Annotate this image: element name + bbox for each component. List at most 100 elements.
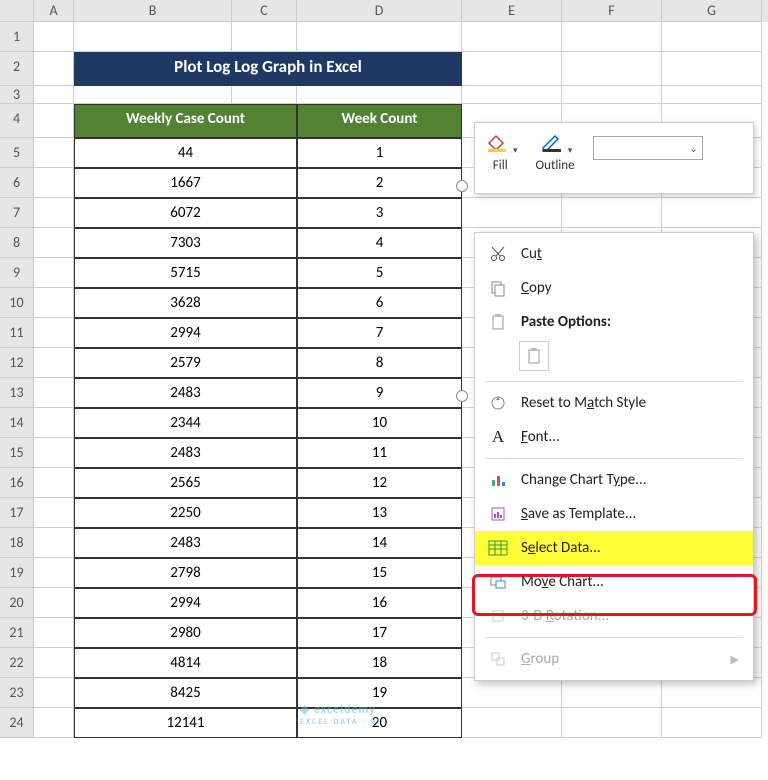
row-header[interactable]: 24 <box>0 708 34 738</box>
data-cell[interactable]: 16 <box>297 588 462 618</box>
row-header[interactable]: 20 <box>0 588 34 618</box>
data-cell[interactable]: 2994 <box>74 588 297 618</box>
data-cell[interactable]: 5 <box>297 258 462 288</box>
menu-copy[interactable]: Copy <box>475 271 753 305</box>
header-weekly[interactable]: Weekly Case Count <box>74 104 297 138</box>
data-cell[interactable]: 2483 <box>74 528 297 558</box>
row-header[interactable]: 5 <box>0 138 34 168</box>
chart-handle[interactable] <box>456 390 468 402</box>
data-cell[interactable]: 17 <box>297 618 462 648</box>
row-header[interactable]: 7 <box>0 198 34 228</box>
menu-separator <box>485 458 743 459</box>
data-cell[interactable]: 2980 <box>74 618 297 648</box>
paint-bucket-icon <box>483 128 511 156</box>
data-cell[interactable]: 2798 <box>74 558 297 588</box>
data-cell[interactable]: 2579 <box>74 348 297 378</box>
col-F[interactable]: F <box>562 0 662 22</box>
data-cell[interactable]: 1 <box>297 138 462 168</box>
data-cell[interactable]: 8 <box>297 348 462 378</box>
data-cell[interactable]: 10 <box>297 408 462 438</box>
row-header[interactable]: 6 <box>0 168 34 198</box>
data-cell[interactable]: 8425 <box>74 678 297 708</box>
row-header[interactable]: 17 <box>0 498 34 528</box>
data-cell[interactable]: 4 <box>297 228 462 258</box>
data-cell[interactable]: 19 <box>297 678 462 708</box>
context-menu: Cut Copy Paste Options: Reset to Match S… <box>474 232 754 681</box>
menu-select-data[interactable]: Select Data... <box>475 531 753 565</box>
row-header[interactable]: 3 <box>0 86 34 104</box>
data-cell[interactable]: 5715 <box>74 258 297 288</box>
col-C[interactable]: C <box>232 0 297 22</box>
data-cell[interactable]: 6072 <box>74 198 297 228</box>
col-A[interactable]: A <box>34 0 74 22</box>
chart-handle[interactable] <box>456 180 468 192</box>
row-header[interactable]: 18 <box>0 528 34 558</box>
row-header[interactable]: 23 <box>0 678 34 708</box>
row-header[interactable]: 2 <box>0 52 34 86</box>
row-header[interactable]: 16 <box>0 468 34 498</box>
data-cell[interactable]: 2483 <box>74 438 297 468</box>
col-B[interactable]: B <box>74 0 232 22</box>
data-cell[interactable]: 2565 <box>74 468 297 498</box>
pen-icon <box>538 128 566 156</box>
outline-label: Outline <box>536 158 575 173</box>
row-header[interactable]: 19 <box>0 558 34 588</box>
data-cell[interactable]: 2483 <box>74 378 297 408</box>
row-header[interactable]: 8 <box>0 228 34 258</box>
data-cell[interactable]: 9 <box>297 378 462 408</box>
col-D[interactable]: D <box>297 0 462 22</box>
row-header[interactable]: 21 <box>0 618 34 648</box>
menu-move-chart[interactable]: Move Chart... <box>475 565 753 599</box>
clipboard-icon <box>487 311 509 333</box>
chart-icon <box>487 469 509 491</box>
data-cell[interactable]: 11 <box>297 438 462 468</box>
row-header[interactable]: 12 <box>0 348 34 378</box>
row-header[interactable]: 22 <box>0 648 34 678</box>
data-cell[interactable]: 20 <box>297 708 462 738</box>
data-cell[interactable]: 18 <box>297 648 462 678</box>
data-cell[interactable]: 7 <box>297 318 462 348</box>
data-cell[interactable]: 2994 <box>74 318 297 348</box>
data-cell[interactable]: 12141 <box>74 708 297 738</box>
menu-cut[interactable]: Cut <box>475 237 753 271</box>
data-cell[interactable]: 2 <box>297 168 462 198</box>
data-cell[interactable]: 3628 <box>74 288 297 318</box>
data-cell[interactable]: 15 <box>297 558 462 588</box>
col-E[interactable]: E <box>462 0 562 22</box>
row-header[interactable]: 10 <box>0 288 34 318</box>
menu-separator <box>485 381 743 382</box>
style-combo[interactable]: ⌄ <box>593 136 703 160</box>
header-week[interactable]: Week Count <box>297 104 462 138</box>
data-cell[interactable]: 2250 <box>74 498 297 528</box>
data-cell[interactable]: 7303 <box>74 228 297 258</box>
data-cell[interactable]: 3 <box>297 198 462 228</box>
row-header[interactable]: 1 <box>0 22 34 52</box>
menu-paste-options: Paste Options: <box>475 305 753 339</box>
menu-save-template[interactable]: Save as Template... <box>475 497 753 531</box>
data-cell[interactable]: 13 <box>297 498 462 528</box>
data-cell[interactable]: 1667 <box>74 168 297 198</box>
fill-button[interactable]: ▾ Fill <box>483 128 518 173</box>
menu-change-chart-type[interactable]: Change Chart Type... <box>475 463 753 497</box>
row-header[interactable]: 11 <box>0 318 34 348</box>
col-G[interactable]: G <box>662 0 762 22</box>
row-header[interactable]: 13 <box>0 378 34 408</box>
data-cell[interactable]: 4814 <box>74 648 297 678</box>
data-cell[interactable]: 6 <box>297 288 462 318</box>
outline-button[interactable]: ▾ Outline <box>536 128 575 173</box>
reset-icon <box>487 392 509 414</box>
row-header[interactable]: 4 <box>0 104 34 138</box>
row-header[interactable]: 15 <box>0 438 34 468</box>
scissors-icon <box>487 243 509 265</box>
select-all-corner[interactable] <box>0 0 34 22</box>
data-cell[interactable]: 12 <box>297 468 462 498</box>
menu-font[interactable]: A Font... <box>475 420 753 454</box>
row-header[interactable]: 9 <box>0 258 34 288</box>
data-cell[interactable]: 2344 <box>74 408 297 438</box>
menu-reset-match-style[interactable]: Reset to Match Style <box>475 386 753 420</box>
title-cell[interactable]: Plot Log Log Graph in Excel <box>74 52 462 86</box>
data-cell[interactable]: 14 <box>297 528 462 558</box>
data-cell[interactable]: 44 <box>74 138 297 168</box>
row-header[interactable]: 14 <box>0 408 34 438</box>
paste-option[interactable] <box>519 341 549 371</box>
